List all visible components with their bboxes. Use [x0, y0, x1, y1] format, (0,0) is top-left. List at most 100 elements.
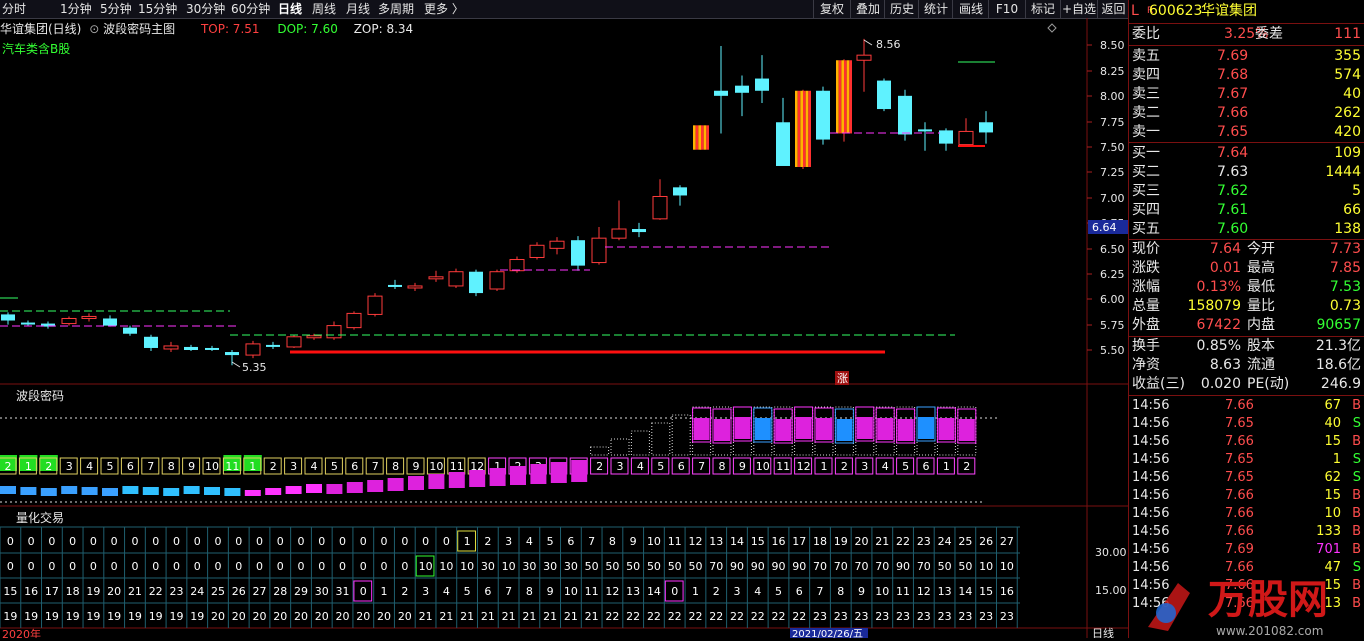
buy-level-3: 买三 7.62 5	[1129, 182, 1364, 201]
grid-cell: 22	[647, 610, 661, 623]
wave-label: 11	[450, 460, 464, 473]
energy-bar	[122, 486, 139, 494]
grid-cell: 23	[169, 585, 183, 598]
chart-area[interactable]: 8.508.258.007.757.507.257.006.756.506.25…	[0, 0, 1128, 638]
wave-label: 2	[270, 460, 277, 473]
grid-cell: 15	[3, 585, 17, 598]
sell-level-3: 卖三 7.67 40	[1129, 85, 1364, 104]
wave-label: 9	[188, 460, 195, 473]
wave-label: 8	[168, 460, 175, 473]
candle-body	[407, 285, 423, 289]
wave-label: 6	[351, 460, 358, 473]
grid-cell: 70	[709, 560, 723, 573]
candle-body	[306, 335, 322, 339]
grid-cell: 23	[979, 610, 993, 623]
grid-cell: 0	[277, 560, 284, 573]
wave-fill	[958, 419, 975, 441]
grid-cell: 23	[834, 610, 848, 623]
panel2-title[interactable]: 波段密码	[16, 387, 64, 404]
watermark-logo: 万股网 www.201082.com	[1138, 565, 1364, 638]
tick-volume: 15	[1324, 434, 1341, 449]
candle-body	[856, 54, 872, 61]
grid-cell: 20	[294, 610, 308, 623]
low-arrow	[231, 361, 241, 368]
grid-cell: 0	[90, 535, 97, 548]
grid-cell: 27	[253, 585, 267, 598]
wave-label: 5	[107, 460, 114, 473]
buy-label: 买五	[1132, 221, 1160, 237]
stat-row-3: 总量 158079 量比 0.73	[1129, 297, 1364, 316]
grid-cell: 21	[419, 610, 433, 623]
wave-label: 1	[25, 460, 32, 473]
candle-body	[21, 322, 35, 325]
sell-price: 7.65	[1217, 124, 1249, 140]
energy-bar	[306, 484, 322, 493]
grid-cell: 0	[298, 535, 305, 548]
stock-name: 华谊集团	[1201, 3, 1257, 19]
tick-time: 14:56	[1132, 542, 1170, 557]
wave-label: 11	[225, 460, 239, 473]
tick-price: 7.66	[1225, 434, 1254, 449]
wave-label: 4	[311, 460, 318, 473]
tick-side: S	[1352, 416, 1361, 431]
sell-label: 卖五	[1132, 48, 1160, 64]
grid-cell: 0	[298, 560, 305, 573]
wave-label: 5	[902, 460, 909, 473]
wave-label: 2	[5, 460, 12, 473]
energy-bar	[285, 486, 302, 494]
buy-price: 7.63	[1217, 164, 1249, 180]
grid-cell: 15	[751, 535, 765, 548]
panel3-title[interactable]: 量化交易	[16, 509, 64, 526]
grid-cell: 0	[256, 560, 263, 573]
stat-label: 现价	[1132, 241, 1160, 257]
grid-cell: 23	[917, 610, 931, 623]
collapse-icon[interactable]: ⊙	[89, 22, 99, 36]
candle-body	[469, 271, 483, 294]
tick-side: B	[1352, 488, 1361, 503]
energy-bar	[142, 487, 159, 495]
top-value: TOP: 7.51	[200, 22, 260, 36]
grid-cell: 0	[360, 585, 367, 598]
candle-body	[735, 85, 749, 93]
wave-label: 9	[739, 460, 746, 473]
indicator-name[interactable]: 波段密码主图	[103, 22, 175, 36]
grid-cell: 23	[896, 610, 910, 623]
tick-time: 14:56	[1132, 470, 1170, 485]
wave-label: 2	[963, 460, 970, 473]
grid-cell: 11	[585, 585, 599, 598]
buy-label: 买一	[1132, 145, 1160, 161]
grid-cell: 22	[772, 610, 786, 623]
grid-cell: 10	[439, 560, 453, 573]
divider	[1129, 23, 1364, 24]
candle-body	[163, 345, 179, 350]
grid-cell: 10	[979, 560, 993, 573]
period-label: 日线	[1092, 626, 1114, 638]
grid-cell: 0	[422, 535, 429, 548]
stat-value: 7.85	[1329, 260, 1361, 276]
grid-cell: 20	[107, 585, 121, 598]
grid-cell: 21	[564, 610, 578, 623]
limit-up-text: 涨	[837, 372, 848, 385]
stat-label: 总量	[1132, 298, 1160, 314]
tick-volume: 133	[1316, 524, 1341, 539]
grid-cell: 0	[69, 560, 76, 573]
tick-row: 14:56 7.66 15 B	[1129, 433, 1364, 451]
grid-cell: 70	[834, 560, 848, 573]
wei-cha-value: 111	[1334, 26, 1361, 42]
grid-cell: 10	[419, 560, 433, 573]
y-axis-label: 7.50	[1100, 141, 1125, 154]
tick-row: 14:56 7.69 701 B	[1129, 541, 1364, 559]
energy-bar	[367, 480, 384, 492]
grid-cell: 9	[858, 585, 865, 598]
tick-price: 7.66	[1225, 398, 1254, 413]
date-year: 2020年	[2, 627, 41, 638]
grid-cell: 0	[48, 560, 55, 573]
buy-label: 买三	[1132, 183, 1160, 199]
grid-cell: 0	[277, 535, 284, 548]
grid-cell: 0	[360, 560, 367, 573]
candle-body	[632, 229, 646, 233]
tick-side: S	[1352, 470, 1361, 485]
wave-fill	[918, 417, 934, 439]
energy-bar	[550, 462, 567, 483]
grid-cell: 20	[273, 610, 287, 623]
